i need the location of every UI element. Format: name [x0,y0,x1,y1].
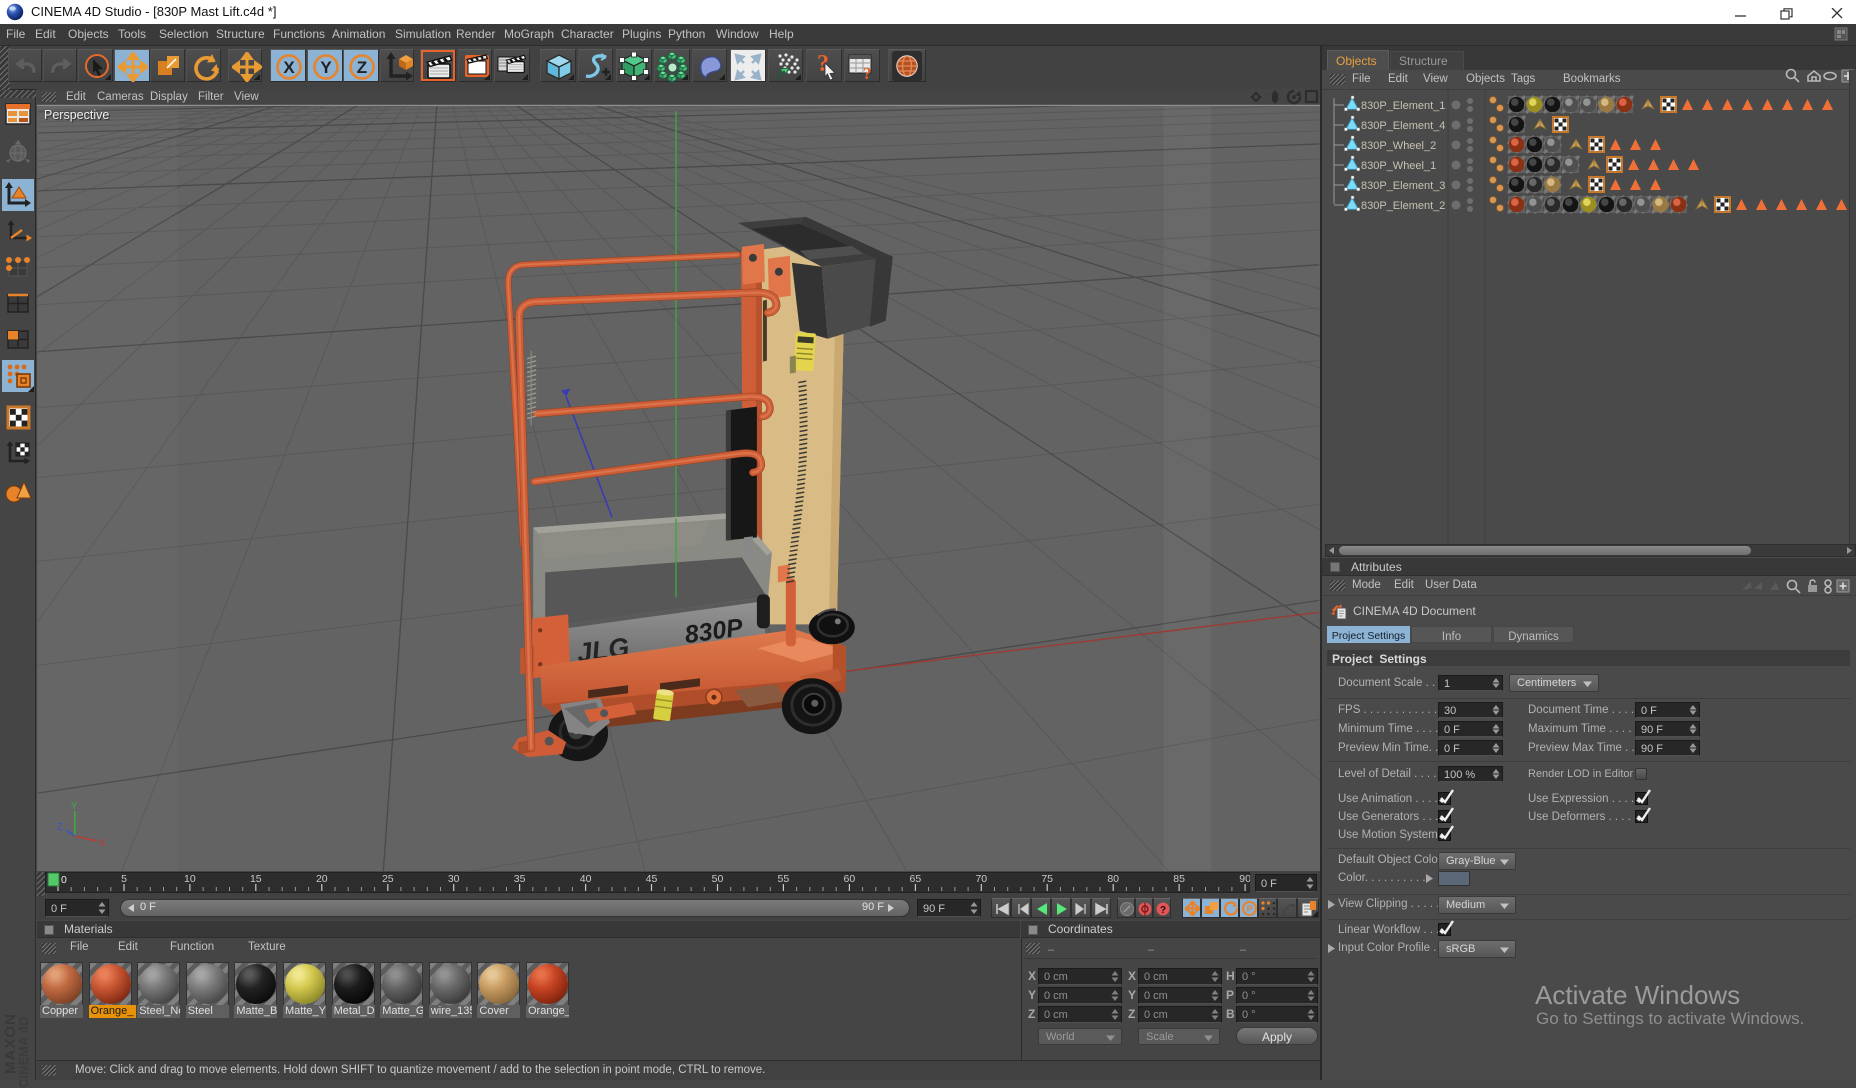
svg-text:830P_Element_2: 830P_Element_2 [1361,200,1445,212]
svg-text:X: X [99,838,106,849]
svg-text:20: 20 [316,873,328,885]
svg-text:Y: Y [320,58,332,77]
svg-text:80: 80 [1107,873,1119,885]
svg-text:830P_Wheel_2: 830P_Wheel_2 [1361,140,1436,152]
svg-text:?: ? [1160,905,1166,916]
svg-text:10: 10 [184,873,196,885]
svg-text:Z: Z [57,822,63,833]
svg-text:25: 25 [382,873,394,885]
svg-text:55: 55 [778,873,790,885]
svg-text:830P_Wheel_1: 830P_Wheel_1 [1361,160,1436,172]
svg-text:830P_Element_3: 830P_Element_3 [1361,180,1445,192]
svg-text:30: 30 [448,873,460,885]
svg-text:90: 90 [1239,873,1250,885]
svg-text:75: 75 [1041,873,1053,885]
svg-text:Z: Z [357,58,367,77]
svg-text:35: 35 [514,873,526,885]
svg-text:830P_Element_4: 830P_Element_4 [1361,120,1445,132]
svg-text:50: 50 [712,873,724,885]
svg-text:5: 5 [121,873,127,885]
svg-text:65: 65 [910,873,922,885]
svg-text:60: 60 [844,873,856,885]
svg-text:45: 45 [646,873,658,885]
svg-text:X: X [283,58,295,77]
svg-text:Y: Y [71,801,78,812]
svg-text:?: ? [863,64,872,82]
svg-text:15: 15 [250,873,262,885]
svg-text:40: 40 [580,873,592,885]
svg-text:0: 0 [61,874,67,886]
svg-text:830P_Element_1: 830P_Element_1 [1361,100,1445,112]
svg-text:70: 70 [975,873,987,885]
svg-text:85: 85 [1173,873,1185,885]
svg-text:P: P [1246,904,1252,914]
